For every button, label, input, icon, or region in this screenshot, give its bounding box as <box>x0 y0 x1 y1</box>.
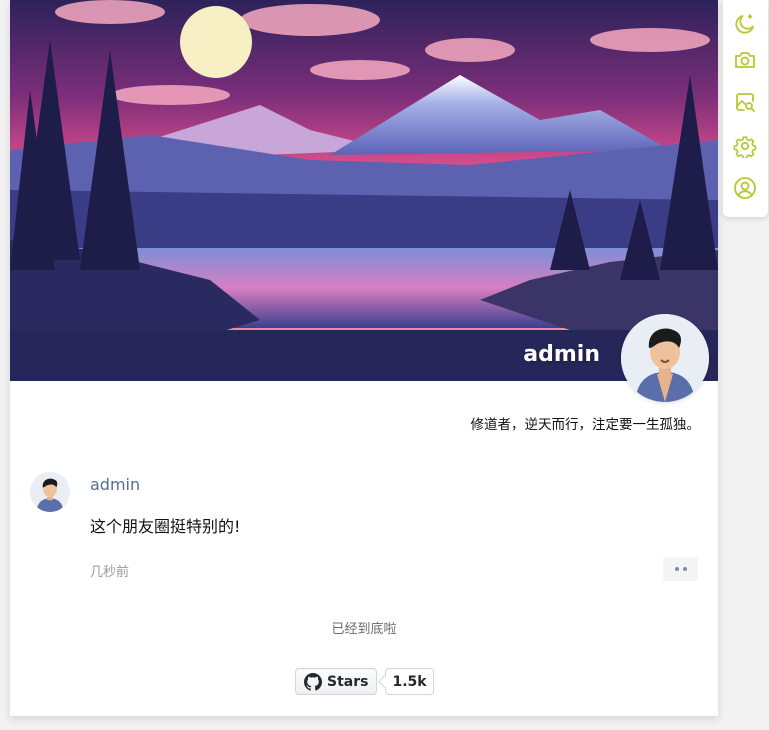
github-stars-count[interactable]: 1.5k <box>385 668 434 695</box>
image-search-icon[interactable] <box>733 90 757 114</box>
right-toolbar <box>723 0 768 217</box>
moon-icon[interactable] <box>733 12 757 36</box>
github-stars-label: Stars <box>327 673 369 690</box>
github-stars-button[interactable]: Stars <box>295 668 378 695</box>
post-timestamp: 几秒前 <box>90 565 130 580</box>
gear-icon[interactable] <box>733 134 757 160</box>
post-avatar[interactable] <box>30 472 70 512</box>
github-stars-widget: Stars 1.5k <box>295 668 434 695</box>
more-actions-button[interactable] <box>663 557 698 581</box>
post-author[interactable]: admin <box>90 475 140 494</box>
github-icon <box>304 672 322 691</box>
cover-username: admin <box>523 342 600 367</box>
camera-icon[interactable] <box>733 48 757 72</box>
profile-signature: 修道者，逆天而行，注定要一生孤独。 <box>470 417 701 433</box>
cover-image: admin <box>10 0 718 381</box>
profile-avatar[interactable] <box>621 314 709 402</box>
dot-icon <box>682 567 687 571</box>
user-icon[interactable] <box>733 176 757 200</box>
moments-card: admin 修道者，逆天而行，注定要一生孤独。 admin 这个朋友圈挺特别的!… <box>10 0 718 716</box>
dot-icon <box>674 567 679 571</box>
post-content: 这个朋友圈挺特别的! <box>90 517 241 536</box>
end-of-feed-text: 已经到底啦 <box>331 622 397 637</box>
